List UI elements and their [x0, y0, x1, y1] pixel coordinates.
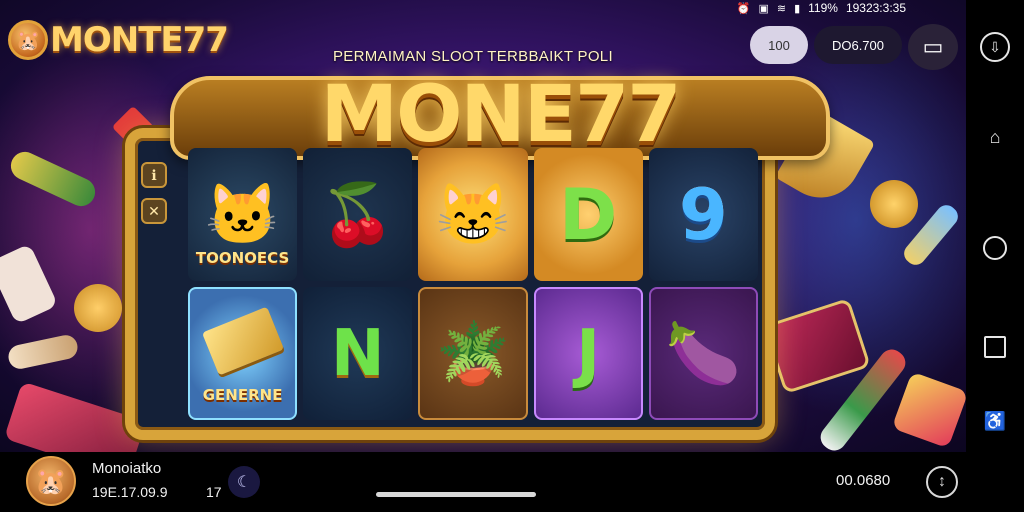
player-count: 17: [206, 484, 222, 500]
bet-chip[interactable]: DO6.700: [814, 26, 902, 64]
signal-icon: ▮: [794, 2, 801, 15]
reel-cell-n: N: [303, 287, 413, 420]
mascot-icon: 🐹: [8, 20, 48, 60]
close-button[interactable]: ✕: [141, 198, 167, 224]
reel-cell-eggplant: 🍆: [648, 287, 758, 420]
brand-text: MONTE77: [50, 20, 229, 60]
accessibility-button[interactable]: ♿: [980, 406, 1010, 436]
recents-button[interactable]: [984, 336, 1006, 358]
symbol-label: GENERNE: [202, 386, 283, 404]
folder-button[interactable]: ▭: [908, 24, 958, 70]
eggplant-icon: 🍆: [666, 319, 741, 387]
game-subtitle: PERMAIMAN SLOOT TERBBAIKT POLI: [333, 48, 613, 65]
reel-cell-d: D: [533, 148, 643, 281]
battery-text: 119%: [808, 1, 838, 15]
symbol-label: TOONOECS: [195, 249, 290, 267]
alarm-icon: ⏰: [736, 2, 751, 15]
clock-text: 19323:3:35: [845, 1, 906, 15]
arrow-up-icon: ↕: [938, 473, 946, 490]
home-indicator[interactable]: [376, 492, 536, 497]
player-name: Monoiatko: [92, 460, 162, 477]
spin-button[interactable]: ↕: [926, 466, 958, 498]
coin-decoration: [74, 284, 122, 332]
download-button[interactable]: ⇩: [980, 32, 1010, 62]
home-icon: ⌂: [989, 126, 1001, 147]
game-title: MONE77: [320, 70, 681, 160]
reel-cell-j: J: [533, 287, 643, 420]
home-button[interactable]: ⌂: [980, 122, 1010, 152]
gold-bar-icon: [201, 306, 284, 375]
reel-grid: 🐱 TOONOECS 🍒 😸 D 9 GENERNE N 🪴 J 🍆: [188, 148, 758, 420]
flower-pot-icon: 🪴: [435, 319, 511, 387]
info-button[interactable]: ℹ: [141, 162, 167, 188]
game-stage: 🐹 MONTE77 PERMAIMAN SLOOT TERBBAIKT POLI…: [0, 0, 966, 452]
reel-cell-9: 9: [648, 148, 758, 281]
night-mode-button[interactable]: ☾: [228, 466, 260, 498]
cat-face-icon: 🐱: [205, 180, 280, 248]
symbol-letter: D: [559, 173, 618, 256]
credit-value: 00.0680: [836, 472, 891, 489]
info-icon: ℹ: [151, 166, 157, 183]
circle-button[interactable]: [983, 236, 1007, 260]
app-icon: ▣: [758, 2, 769, 15]
close-icon: ✕: [148, 202, 160, 219]
reel-cell-gold: GENERNE: [188, 287, 298, 420]
player-bar: 🐹 Monoiatko 19E.17.09.9 17 ☾ 00.0680 ↕: [0, 452, 966, 512]
symbol-letter: J: [576, 316, 601, 391]
player-time: 19E.17.09.9: [92, 484, 168, 500]
coin-decoration: [870, 180, 918, 228]
symbol-number: 9: [679, 173, 728, 256]
avatar[interactable]: 🐹: [26, 456, 76, 506]
hamster-icon: 🐹: [34, 465, 68, 496]
cherry-icon: 🍒: [320, 180, 396, 248]
reel-cell-cat-coin: 😸: [418, 148, 528, 281]
balance-chip[interactable]: 100: [750, 26, 808, 64]
wifi-icon: ≋: [776, 2, 787, 15]
download-icon: ⇩: [989, 38, 1001, 55]
folder-icon: ▭: [922, 34, 944, 59]
reel-cell-cat: 🐱 TOONOECS: [188, 148, 298, 281]
system-nav-bar: ⇩ ⌂ ♿: [966, 0, 1024, 512]
moon-icon: ☾: [236, 474, 252, 491]
reel-cell-fruit: 🍒: [303, 148, 413, 281]
brand-logo: 🐹 MONTE77: [8, 20, 229, 60]
status-bar: ⏰ ▣ ≋ ▮ 119% 19323:3:35: [737, 0, 906, 16]
cat-coin-icon: 😸: [435, 180, 511, 248]
reel-cell-pot: 🪴: [418, 287, 528, 420]
symbol-letter: N: [331, 316, 385, 391]
accessibility-icon: ♿: [983, 410, 1007, 431]
